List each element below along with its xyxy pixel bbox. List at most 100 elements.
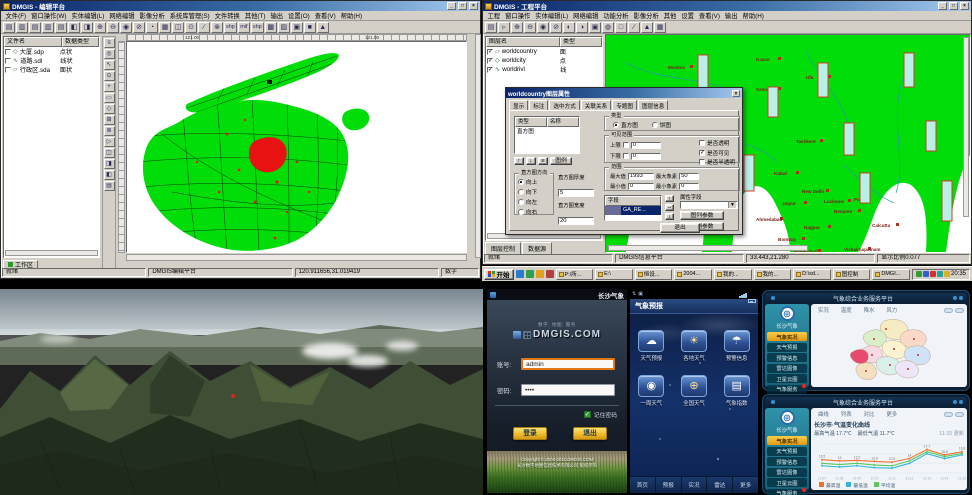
toolbar-icon[interactable]: ◍ [602,22,614,33]
temperature-line-chart[interactable]: 11-0711-0811-0911-1011-1111-1211-1311-14… [814,437,966,481]
menu-item[interactable]: 窗口操作(W) [29,11,69,20]
side-tool-icon[interactable]: ↖ [104,60,115,70]
export-pill[interactable] [944,412,953,417]
side-tool-icon[interactable]: ▷ [104,137,115,147]
col-filename[interactable]: 文件名 [4,37,62,47]
minpx-input[interactable] [679,183,699,190]
col-datatype[interactable]: 数据类型 [62,37,99,47]
toolbar-icon[interactable]: ⊘ [133,22,145,33]
close-icon[interactable]: × [469,2,478,10]
transparent-checkbox[interactable]: 是否透明 [699,139,735,147]
layer-row[interactable]: ▱ worldcountry 面 [486,47,602,56]
sidebar-menu-item[interactable]: 天气预报 [767,343,807,352]
side-tool-icon[interactable]: ≡ [104,38,115,48]
nav-tab[interactable]: 雷达 [707,477,732,493]
toolbar-icon[interactable]: ◉ [537,22,549,33]
width-input[interactable] [558,217,594,225]
side-tool-icon[interactable]: + [104,82,115,92]
side-tool-icon[interactable]: ⊙ [104,71,115,81]
menu-item[interactable]: 影像分析 [137,11,167,20]
layer-row[interactable]: ▱ 行政区.sda 面状 [4,65,99,74]
account-input[interactable] [521,358,615,370]
maximize-icon[interactable]: □ [458,2,467,10]
minimize-icon[interactable]: _ [938,2,947,10]
toolbar-icon[interactable]: ⊕ [94,22,106,33]
format-chip[interactable]: shp [251,22,264,33]
app-tile[interactable]: ⊕ 全国天气 [677,375,711,407]
taskbar-item[interactable]: E:\ [595,269,633,280]
side-tool-icon[interactable]: ▤ [104,181,115,191]
minimize-icon[interactable]: _ [447,2,456,10]
toolbar-icon[interactable]: ▹ [498,22,510,33]
tray-icon[interactable] [944,271,950,277]
maximize-icon[interactable]: □ [949,2,958,10]
refresh-pill[interactable] [955,412,964,417]
toolbar-icon[interactable]: ▦ [159,22,171,33]
tray-icon[interactable] [916,271,922,277]
toolbar-icon[interactable]: ◨ [81,22,93,33]
col-type[interactable]: 类型 [515,117,547,127]
menu-item[interactable]: 查看(V) [312,11,338,20]
remember-checkbox[interactable]: ✓ [584,411,591,418]
toolbar-icon[interactable]: ∕ [198,22,210,33]
attr-field-select[interactable]: ▼ [680,201,738,209]
nav-tab[interactable]: 首页 [630,477,655,493]
toolbar-icon[interactable]: ▨ [278,22,290,33]
toolbar-icon[interactable]: ◐ [563,22,575,33]
list-row-histogram[interactable]: 直方图 [515,127,579,135]
sidebar-menu-item[interactable]: 气象实况 [767,332,807,341]
field-list[interactable]: 字段 GA_RE... [604,195,662,221]
legend-pill[interactable] [944,308,953,313]
content-tab[interactable]: 温度 [837,307,856,315]
close-dot[interactable] [959,400,963,404]
side-tool-icon[interactable]: ▭ [104,93,115,103]
edit-titlebar[interactable]: DMGIS - 编辑平台 _ □ × [1,1,480,11]
layer-checkbox[interactable] [487,67,493,73]
toolbar-icon[interactable]: ⊖ [524,22,536,33]
taskbar-item[interactable]: 我的... [754,269,792,280]
format-chip[interactable]: shp [224,22,237,33]
menu-item[interactable]: 功能分析 [601,11,631,20]
col-layername[interactable]: 图层名 [486,37,560,47]
visible-checkbox[interactable]: 是否可见 [699,149,735,157]
direction-radio[interactable]: 向左 [518,198,550,206]
app-tile[interactable]: ▤ 气象指数 [720,375,754,407]
max-input[interactable] [628,173,654,180]
layer-checkbox[interactable] [5,49,11,55]
move-up-button[interactable]: ↑ [514,157,524,165]
legend-params-button-1[interactable]: 图列参数 [680,211,724,220]
toolbar-icon[interactable]: ▲ [317,22,329,33]
map-vscroll[interactable] [475,34,481,258]
login-button[interactable]: 登录 [513,427,547,440]
side-tool-icon[interactable]: ◨ [104,159,115,169]
layers-pill[interactable] [955,308,964,313]
password-input[interactable] [521,384,615,396]
menu-item[interactable]: 实体编辑(L) [533,11,571,20]
legend-button[interactable]: 图例 [550,157,572,165]
toolbar-icon[interactable]: ⊕ [511,22,523,33]
menu-item[interactable]: 文件转换 [212,11,242,20]
theme-type-list[interactable]: 类型 名称 直方图 [514,116,580,154]
close-dot[interactable] [959,296,963,300]
thickness-input[interactable] [558,189,594,197]
menu-item[interactable]: 帮助(H) [740,11,766,20]
toolbar-icon[interactable]: ⊖ [107,22,119,33]
toolbar-icon[interactable]: ▤ [485,22,497,33]
close-icon[interactable]: × [732,90,740,97]
map-hscroll[interactable] [608,245,808,251]
menu-item[interactable]: 输出 [268,11,286,20]
map-vscroll[interactable] [963,37,969,217]
map-marker[interactable] [231,394,235,398]
exit-button[interactable]: 退出 [573,427,607,440]
dialog-titlebar[interactable]: worldcountry图层属性 × [506,88,742,98]
taskbar-item[interactable]: D:\sd... [793,269,831,280]
taskbar-item[interactable]: 图控制 [833,269,871,280]
terrain-3d-view[interactable] [0,289,483,495]
quicklaunch-desktop-icon[interactable] [526,270,534,278]
toolbar-icon[interactable]: ▥ [42,22,54,33]
taskbar-item[interactable]: 恒设... [635,269,673,280]
toolbar-icon[interactable]: ▤ [29,22,41,33]
min-input[interactable] [628,183,654,190]
exit-button[interactable]: 退出 [660,223,700,233]
app-tile[interactable]: ☂ 预警信息 [720,330,754,362]
